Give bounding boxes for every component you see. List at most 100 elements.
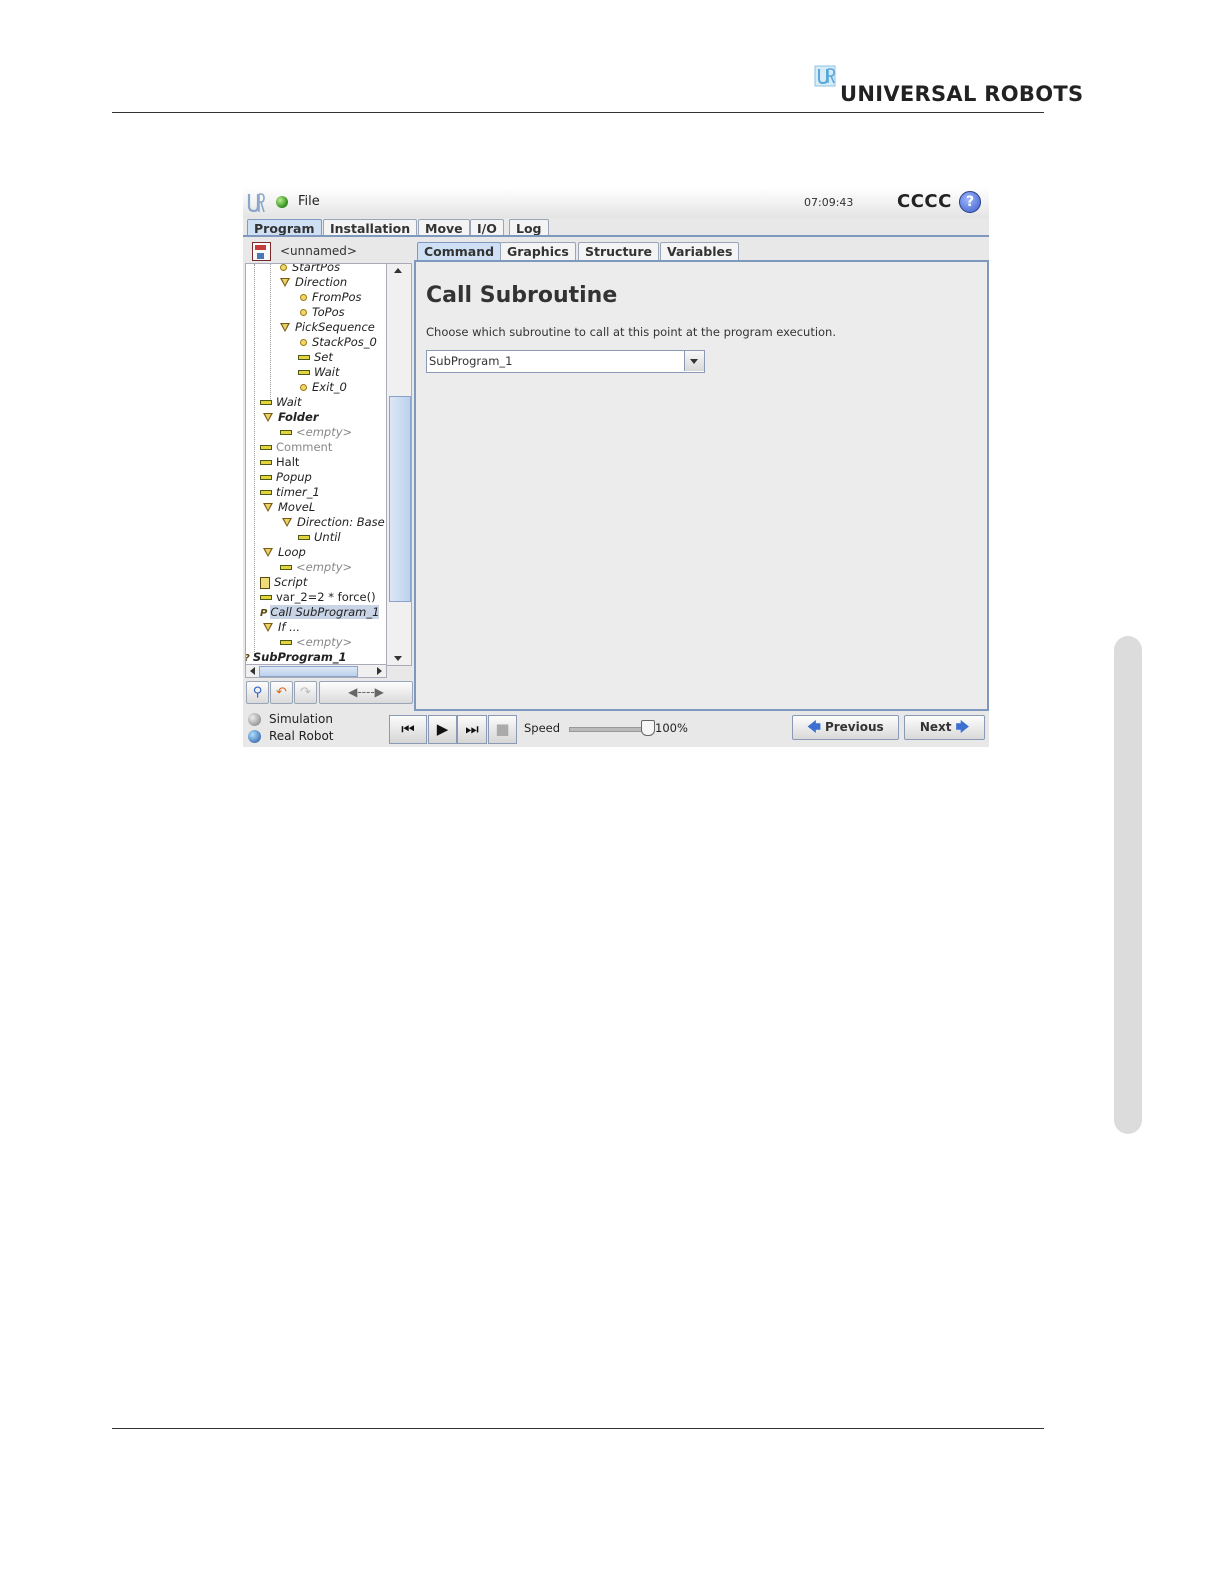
tab-command[interactable]: Command	[417, 242, 502, 260]
command-bar-icon	[298, 355, 310, 360]
folder-triangle-icon	[263, 548, 273, 557]
search-icon[interactable]: ⚲	[246, 681, 269, 704]
speed-label: Speed	[524, 721, 561, 735]
tree-item-call-subprogram[interactable]: P Call SubProgram_1	[260, 605, 380, 620]
command-description: Choose which subroutine to call at this …	[426, 325, 837, 339]
play-icon[interactable]: ▶	[428, 715, 457, 744]
command-bar-icon	[260, 475, 272, 480]
tree-scroll-thumb[interactable]	[389, 396, 411, 602]
robot-status-icon	[276, 196, 288, 208]
footer-divider	[112, 1428, 1044, 1429]
tree-item-startpos[interactable]: StartPos	[280, 264, 340, 275]
tree-guide	[254, 264, 255, 656]
arrow-left-icon: 🡄	[807, 720, 821, 735]
undo-icon[interactable]: ↶	[270, 681, 293, 704]
tree-item-direction[interactable]: Direction	[280, 275, 347, 290]
rewind-icon[interactable]: ⏮	[389, 715, 427, 744]
speed-slider[interactable]	[569, 727, 651, 732]
tree-hscroll-thumb[interactable]	[259, 666, 358, 677]
tree-item-empty[interactable]: <empty>	[280, 635, 352, 650]
stop-icon[interactable]: ■	[488, 715, 517, 744]
tab-divider	[243, 235, 989, 237]
tree-item-halt[interactable]: Halt	[260, 455, 299, 470]
arrow-right-icon: 🡆	[955, 720, 970, 735]
command-bar-icon	[280, 430, 292, 435]
ur-logo-icon	[814, 65, 836, 87]
real-robot-label: Real Robot	[269, 729, 334, 743]
tree-item-direction-base[interactable]: Direction: Base	[282, 515, 385, 530]
chapter-side-tab	[1114, 636, 1142, 1134]
subroutine-select-value: SubProgram_1	[429, 354, 513, 368]
scroll-left-icon[interactable]	[250, 667, 255, 675]
brand-name: UNIVERSAL ROBOTS	[840, 82, 1084, 106]
robot-name: CCCC	[897, 191, 952, 212]
scroll-down-icon[interactable]	[394, 656, 402, 661]
program-tree[interactable]: StartPos Direction FromPos ToPos PickSeq…	[245, 263, 387, 666]
tree-item-timer[interactable]: timer_1	[260, 485, 320, 500]
tree-item-frompos[interactable]: FromPos	[300, 290, 362, 305]
command-bar-icon	[260, 490, 272, 495]
scroll-up-icon[interactable]	[394, 268, 402, 273]
command-bar-icon	[260, 400, 272, 405]
tab-graphics[interactable]: Graphics	[500, 242, 576, 260]
chevron-down-icon[interactable]	[684, 351, 704, 371]
command-bar-icon	[298, 370, 310, 375]
folder-triangle-icon	[263, 623, 273, 632]
previous-button[interactable]: 🡄 Previous	[792, 715, 899, 740]
simulation-radio[interactable]	[248, 713, 261, 726]
tree-item-if[interactable]: If ...	[263, 620, 300, 635]
folder-triangle-icon	[280, 323, 290, 332]
tree-item-topos[interactable]: ToPos	[300, 305, 345, 320]
tree-item-picksequence[interactable]: PickSequence	[280, 320, 375, 335]
tree-item-exit[interactable]: Exit_0	[300, 380, 347, 395]
tree-item-until[interactable]: Until	[298, 530, 341, 545]
tree-item-popup[interactable]: Popup	[260, 470, 312, 485]
page-title: Call Subroutine	[426, 283, 618, 308]
top-bar	[243, 188, 989, 218]
ur-logo-icon	[247, 193, 265, 213]
folder-triangle-icon	[280, 278, 290, 287]
tree-guide	[270, 264, 271, 399]
command-bar-icon	[280, 565, 292, 570]
waypoint-icon	[300, 294, 307, 301]
tree-item-assignment[interactable]: var_2=2 * force()	[260, 590, 376, 605]
tree-item-empty[interactable]: <empty>	[280, 425, 352, 440]
polyscope-window: File 07:09:43 CCCC ? Program Installatio…	[243, 188, 989, 747]
tree-item-wait-inner[interactable]: Wait	[298, 365, 340, 380]
tree-item-movel[interactable]: MoveL	[263, 500, 315, 515]
tree-item-script[interactable]: Script	[260, 575, 307, 590]
real-robot-radio[interactable]	[248, 730, 261, 743]
scroll-right-icon[interactable]	[377, 667, 382, 675]
tab-structure[interactable]: Structure	[578, 242, 659, 260]
command-bar-icon	[298, 535, 310, 540]
folder-triangle-icon	[282, 518, 292, 527]
folder-triangle-icon	[263, 503, 273, 512]
file-menu[interactable]: File	[298, 194, 320, 209]
program-name: <unnamed>	[280, 244, 357, 258]
help-icon[interactable]: ?	[959, 191, 981, 213]
waypoint-icon	[300, 339, 307, 346]
command-bar-icon	[260, 445, 272, 450]
tree-item-folder[interactable]: Folder	[263, 410, 319, 425]
waypoint-icon	[300, 309, 307, 316]
tree-item-subprogram[interactable]: ?SubProgram_1	[246, 650, 347, 665]
speed-slider-handle[interactable]	[641, 720, 655, 736]
header-divider	[112, 112, 1044, 113]
step-icon[interactable]: ⏭	[457, 715, 487, 744]
tree-item-wait[interactable]: Wait	[260, 395, 302, 410]
tree-item-empty[interactable]: <empty>	[280, 560, 352, 575]
tree-item-set[interactable]: Set	[298, 350, 333, 365]
command-bar-icon	[260, 460, 272, 465]
move-node-button[interactable]: ◀----▶	[319, 681, 413, 704]
speed-value: 100%	[655, 721, 688, 735]
next-button[interactable]: Next 🡆	[904, 715, 985, 740]
simulation-label: Simulation	[269, 712, 333, 726]
tree-item-comment[interactable]: Comment	[260, 440, 332, 455]
tab-variables[interactable]: Variables	[660, 242, 740, 260]
tree-item-stackpos[interactable]: StackPos_0	[300, 335, 377, 350]
waypoint-icon	[280, 264, 287, 271]
command-bar-icon	[260, 595, 272, 600]
redo-icon[interactable]: ↷	[294, 681, 317, 704]
save-icon[interactable]	[252, 242, 271, 261]
tree-item-loop[interactable]: Loop	[263, 545, 306, 560]
